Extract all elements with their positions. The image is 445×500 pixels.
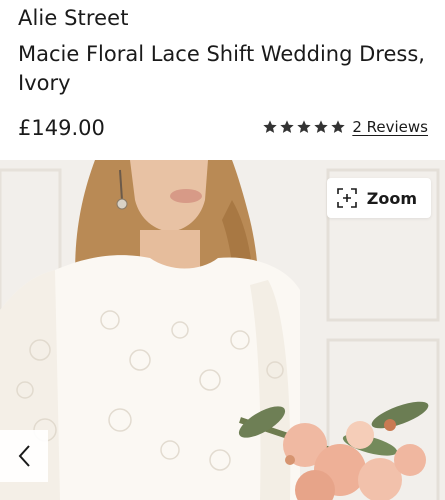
zoom-button[interactable]: Zoom	[326, 178, 431, 218]
star-rating	[262, 119, 346, 135]
star-icon	[263, 120, 278, 133]
previous-image-button[interactable]	[0, 430, 48, 482]
star-icon	[280, 120, 295, 133]
chevron-left-icon	[18, 445, 30, 467]
star-icon	[297, 120, 312, 133]
zoom-label: Zoom	[366, 188, 417, 208]
star-icon	[314, 120, 329, 133]
reviews-link[interactable]: 2 Reviews	[352, 118, 428, 136]
zoom-expand-icon	[336, 188, 357, 208]
brand-name[interactable]: Alie Street	[18, 6, 129, 30]
rating-summary[interactable]: 2 Reviews	[262, 118, 428, 136]
product-title: Macie Floral Lace Shift Wedding Dress, I…	[18, 42, 425, 95]
product-image-gallery[interactable]: Zoom	[0, 160, 445, 500]
star-icon	[331, 120, 346, 133]
product-price: £149.00	[18, 116, 105, 140]
